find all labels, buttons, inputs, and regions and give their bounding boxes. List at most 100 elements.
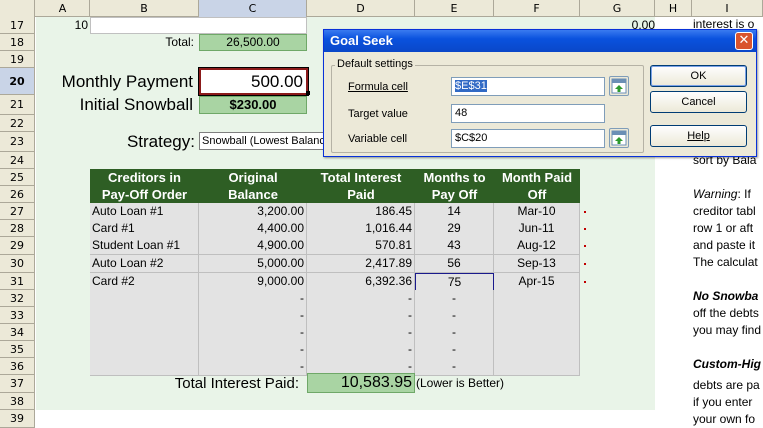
formula-cell-shrink-button[interactable] bbox=[609, 76, 629, 96]
table-cell-original-balance[interactable]: 9,000.00 bbox=[199, 273, 307, 291]
dialog-title-bar[interactable]: Goal Seek bbox=[324, 30, 756, 52]
row-header-39[interactable]: 39 bbox=[0, 410, 35, 428]
table-cell-original-balance[interactable]: - bbox=[199, 324, 307, 342]
table-cell-months-to-pay[interactable]: - bbox=[415, 290, 494, 308]
row-header-19[interactable]: 19 bbox=[0, 51, 35, 68]
table-cell-creditor[interactable] bbox=[90, 307, 199, 325]
row-header-23[interactable]: 23 bbox=[0, 132, 35, 152]
row-header-32[interactable]: 32 bbox=[0, 290, 35, 307]
table-cell-original-balance[interactable]: 4,400.00 bbox=[199, 220, 307, 238]
row-header-22[interactable]: 22 bbox=[0, 115, 35, 132]
table-cell-original-balance[interactable]: - bbox=[199, 341, 307, 359]
close-icon[interactable]: ✕ bbox=[735, 32, 753, 50]
initial-snowball-value[interactable]: $230.00 bbox=[199, 96, 307, 114]
column-header-h[interactable]: H bbox=[655, 0, 692, 17]
column-header-i[interactable]: I bbox=[692, 0, 763, 17]
table-cell-total-interest[interactable]: 6,392.36 bbox=[307, 273, 415, 291]
row-header-18[interactable]: 18 bbox=[0, 34, 35, 51]
row-header-17[interactable]: 17 bbox=[0, 17, 35, 34]
fill-handle[interactable] bbox=[306, 91, 310, 95]
column-header-f[interactable]: F bbox=[494, 0, 580, 17]
table-cell-original-balance[interactable]: 5,000.00 bbox=[199, 255, 307, 273]
table-cell-months-to-pay[interactable]: 75 bbox=[415, 273, 494, 291]
strategy-dropdown[interactable]: Snowball (Lowest Balance bbox=[199, 132, 329, 150]
row-header-35[interactable]: 35 bbox=[0, 341, 35, 358]
variable-cell-input[interactable]: $C$20 bbox=[451, 129, 605, 148]
help-button[interactable]: Help bbox=[650, 125, 747, 147]
table-cell-month-paid-off[interactable] bbox=[494, 341, 580, 359]
table-cell-month-paid-off[interactable]: Sep-13 bbox=[494, 255, 580, 273]
row-header-20[interactable]: 20 bbox=[0, 68, 35, 95]
header-creditors[interactable]: Creditors in Pay-Off Order bbox=[90, 169, 199, 203]
cell-a17[interactable]: 10 bbox=[36, 17, 90, 34]
total-balance-value[interactable]: 26,500.00 bbox=[199, 34, 307, 51]
table-cell-total-interest[interactable]: 186.45 bbox=[307, 203, 415, 221]
cell-b17[interactable] bbox=[90, 17, 307, 34]
column-header-c[interactable]: C bbox=[199, 0, 307, 17]
row-header-38[interactable]: 38 bbox=[0, 393, 35, 410]
row-header-37[interactable]: 37 bbox=[0, 375, 35, 393]
table-cell-total-interest[interactable]: - bbox=[307, 307, 415, 325]
table-cell-creditor[interactable]: Card #1 bbox=[90, 220, 199, 238]
table-cell-creditor[interactable] bbox=[90, 290, 199, 308]
table-cell-months-to-pay[interactable]: 29 bbox=[415, 220, 494, 238]
row-header-26[interactable]: 26 bbox=[0, 186, 35, 203]
table-cell-months-to-pay[interactable]: - bbox=[415, 341, 494, 359]
table-cell-creditor[interactable] bbox=[90, 324, 199, 342]
table-cell-total-interest[interactable]: - bbox=[307, 290, 415, 308]
row-header-29[interactable]: 29 bbox=[0, 237, 35, 255]
total-interest-value[interactable]: 10,583.95 bbox=[307, 373, 415, 393]
table-cell-months-to-pay[interactable]: 56 bbox=[415, 255, 494, 273]
variable-cell-shrink-button[interactable] bbox=[609, 128, 629, 148]
row-header-24[interactable]: 24 bbox=[0, 152, 35, 169]
table-cell-months-to-pay[interactable]: - bbox=[415, 324, 494, 342]
table-cell-creditor[interactable]: Auto Loan #2 bbox=[90, 255, 199, 273]
goal-seek-dialog[interactable]: Goal Seek ✕ Default settings Formula cel… bbox=[323, 29, 757, 157]
table-cell-total-interest[interactable]: - bbox=[307, 324, 415, 342]
row-header-34[interactable]: 34 bbox=[0, 324, 35, 341]
row-header-25[interactable]: 25 bbox=[0, 169, 35, 186]
table-cell-creditor[interactable] bbox=[90, 341, 199, 359]
header-months-to-pay[interactable]: Months to Pay Off bbox=[415, 169, 494, 203]
table-cell-original-balance[interactable]: 3,200.00 bbox=[199, 203, 307, 221]
ok-button[interactable]: OK bbox=[650, 65, 747, 87]
column-header-d[interactable]: D bbox=[307, 0, 415, 17]
header-month-paid-off[interactable]: Month Paid Off bbox=[494, 169, 580, 203]
table-cell-month-paid-off[interactable] bbox=[494, 290, 580, 308]
column-header-e[interactable]: E bbox=[415, 0, 494, 17]
row-header-36[interactable]: 36 bbox=[0, 358, 35, 375]
table-cell-months-to-pay[interactable]: - bbox=[415, 307, 494, 325]
table-cell-months-to-pay[interactable]: 14 bbox=[415, 203, 494, 221]
column-header-b[interactable]: B bbox=[90, 0, 199, 17]
row-header-30[interactable]: 30 bbox=[0, 255, 35, 273]
table-cell-original-balance[interactable]: 4,900.00 bbox=[199, 237, 307, 255]
column-header-g[interactable]: G bbox=[580, 0, 655, 17]
table-cell-total-interest[interactable]: 1,016.44 bbox=[307, 220, 415, 238]
row-header-33[interactable]: 33 bbox=[0, 307, 35, 324]
table-cell-total-interest[interactable]: 570.81 bbox=[307, 237, 415, 255]
header-original-balance[interactable]: Original Balance bbox=[199, 169, 307, 203]
table-cell-month-paid-off[interactable]: Jun-11 bbox=[494, 220, 580, 238]
row-header-28[interactable]: 28 bbox=[0, 220, 35, 237]
table-cell-original-balance[interactable]: - bbox=[199, 307, 307, 325]
formula-cell-input[interactable]: $E$31 bbox=[451, 77, 605, 96]
table-cell-total-interest[interactable]: - bbox=[307, 341, 415, 359]
header-total-interest[interactable]: Total Interest Paid bbox=[307, 169, 415, 203]
column-header-a[interactable]: A bbox=[36, 0, 90, 17]
table-cell-months-to-pay[interactable]: 43 bbox=[415, 237, 494, 255]
table-cell-creditor[interactable]: Card #2 bbox=[90, 273, 199, 291]
table-cell-month-paid-off[interactable]: Apr-15 bbox=[494, 273, 580, 291]
table-cell-month-paid-off[interactable]: Aug-12 bbox=[494, 237, 580, 255]
row-header-27[interactable]: 27 bbox=[0, 203, 35, 220]
monthly-payment-input[interactable]: 500.00 bbox=[198, 67, 309, 96]
table-cell-creditor[interactable]: Auto Loan #1 bbox=[90, 203, 199, 221]
row-header-31[interactable]: 31 bbox=[0, 273, 35, 290]
target-value-input[interactable]: 48 bbox=[451, 104, 605, 123]
table-cell-month-paid-off[interactable] bbox=[494, 324, 580, 342]
table-cell-total-interest[interactable]: 2,417.89 bbox=[307, 255, 415, 273]
table-cell-original-balance[interactable]: - bbox=[199, 290, 307, 308]
row-header-21[interactable]: 21 bbox=[0, 95, 35, 115]
table-cell-creditor[interactable]: Student Loan #1 bbox=[90, 237, 199, 255]
table-cell-month-paid-off[interactable]: Mar-10 bbox=[494, 203, 580, 221]
select-all-corner[interactable] bbox=[0, 0, 35, 17]
